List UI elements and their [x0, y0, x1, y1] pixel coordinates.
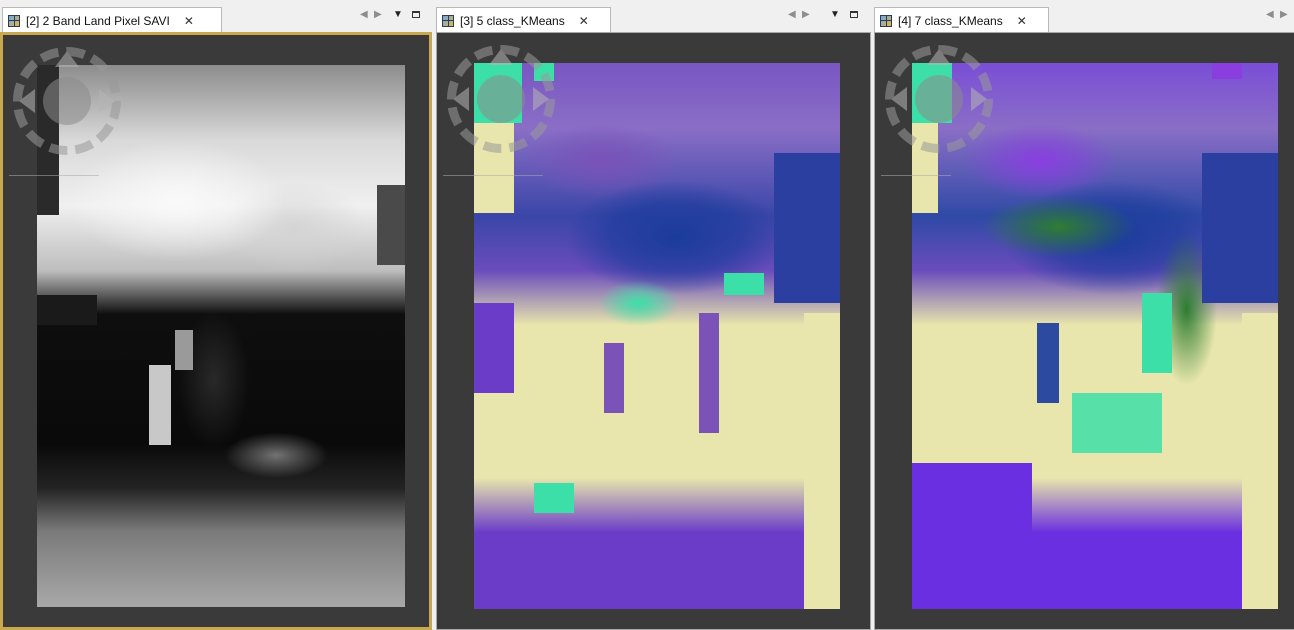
raster-image-icon: [442, 14, 454, 27]
image-view-5-class[interactable]: [436, 32, 871, 630]
close-icon[interactable]: ✕: [1017, 14, 1027, 28]
pan-navigation-control-icon[interactable]: [7, 41, 127, 161]
crosshair-line: [9, 175, 99, 176]
scroll-tabs-right-icon[interactable]: ▶: [802, 9, 810, 21]
scroll-tabs-left-icon[interactable]: ◀: [788, 9, 796, 21]
tab-bar: [2] 2 Band Land Pixel SAVI ✕ ◀ ▶ ▼: [0, 0, 432, 33]
view-menu-icon[interactable]: ▼: [830, 9, 840, 21]
tab-label: [2] 2 Band Land Pixel SAVI: [26, 13, 170, 28]
tab-7-class-kmeans[interactable]: [4] 7 class_KMeans ✕: [874, 7, 1049, 33]
raster-image-icon: [8, 14, 20, 27]
tab-label: [3] 5 class_KMeans: [460, 13, 565, 28]
tab-5-class-kmeans[interactable]: [3] 5 class_KMeans ✕: [436, 7, 611, 33]
scroll-tabs-left-icon[interactable]: ◀: [1266, 9, 1274, 21]
tab-bar: [3] 5 class_KMeans ✕ ◀ ▶ ▼: [436, 0, 871, 33]
image-view-7-class[interactable]: [874, 32, 1294, 630]
scroll-tabs-right-icon[interactable]: ▶: [1280, 9, 1288, 21]
raster-image-icon: [880, 14, 892, 27]
image-view-pane-7-class: [4] 7 class_KMeans ✕ ◀ ▶: [874, 0, 1294, 630]
maximize-icon[interactable]: [850, 11, 858, 18]
crosshair-line: [881, 175, 951, 176]
image-view-pane-savi: [2] 2 Band Land Pixel SAVI ✕ ◀ ▶ ▼: [0, 0, 432, 630]
tab-bar: [4] 7 class_KMeans ✕ ◀ ▶: [874, 0, 1294, 33]
pan-navigation-control-icon[interactable]: [441, 39, 561, 159]
image-view-pane-5-class: [3] 5 class_KMeans ✕ ◀ ▶ ▼: [436, 0, 871, 630]
maximize-icon[interactable]: [412, 11, 420, 18]
scroll-tabs-right-icon[interactable]: ▶: [374, 9, 382, 21]
close-icon[interactable]: ✕: [184, 14, 194, 28]
scroll-tabs-left-icon[interactable]: ◀: [360, 9, 368, 21]
view-menu-icon[interactable]: ▼: [393, 9, 403, 21]
crosshair-line: [443, 175, 543, 176]
pan-navigation-control-icon[interactable]: [879, 39, 999, 159]
image-view-savi[interactable]: [0, 32, 432, 630]
tab-savi[interactable]: [2] 2 Band Land Pixel SAVI ✕: [2, 7, 222, 33]
tab-label: [4] 7 class_KMeans: [898, 13, 1003, 28]
close-icon[interactable]: ✕: [579, 14, 589, 28]
